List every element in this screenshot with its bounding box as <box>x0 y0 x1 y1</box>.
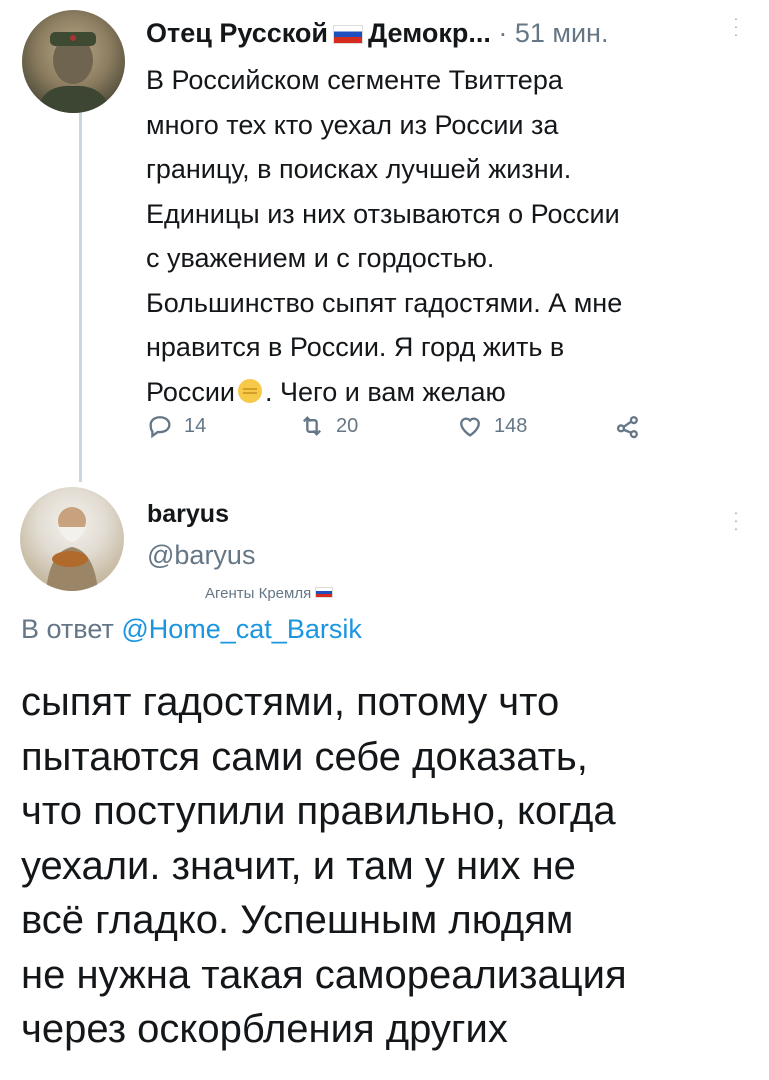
thread-connector-line <box>79 112 82 482</box>
tweet1-author-name-tail[interactable]: Демокр... <box>368 18 491 48</box>
old-man-portrait-icon <box>46 507 98 591</box>
tweet1-line: с уважением и с гордостью. <box>146 243 495 273</box>
more-options-icon[interactable]: · · · <box>733 11 739 41</box>
tweet2-text: сыпят гадостями, потому что пытаются сам… <box>21 675 761 1057</box>
tweet1-header: Отец Русской Демокр... · 51 мин. <box>146 18 608 49</box>
share-icon <box>616 416 638 439</box>
tweet1-line: границу, в поисках лучшей жизни. <box>146 154 572 184</box>
russia-flag-icon <box>332 25 363 44</box>
reply-prefix: В ответ <box>21 614 114 644</box>
tweet1-text: В Российском сегменте Твиттера много тех… <box>146 58 746 414</box>
tweet2-line: через оскорбления других <box>21 1007 508 1051</box>
fist-emoji <box>238 378 263 403</box>
tweet1-timestamp[interactable]: 51 мин. <box>515 18 609 48</box>
tweet1-line: Большинство сыпят гадостями. А мне <box>146 287 623 318</box>
share-button[interactable] <box>614 412 642 440</box>
retweet-button[interactable]: 20 <box>298 412 358 440</box>
tweet1-separator: · <box>498 18 508 48</box>
tweet1-line: . Чего и вам желаю <box>265 376 506 407</box>
tweet2-more-options-icon[interactable]: · · · <box>733 505 739 535</box>
tweet1-line: В Российском сегменте Твиттера <box>146 65 563 95</box>
tweet2-author-name[interactable]: baryus <box>147 500 229 529</box>
profile-badge: Агенты Кремля <box>205 585 334 602</box>
reply-to-handle-link[interactable]: @Home_cat_Barsik <box>121 614 362 644</box>
retweet-count: 20 <box>336 414 359 437</box>
tweet2-author-handle[interactable]: @baryus <box>147 540 255 571</box>
reply-button[interactable]: 14 <box>146 412 206 440</box>
tweet1-line: много тех кто уехал из России за <box>146 109 559 140</box>
tweet2-line: всё гладко. Успешным людям <box>21 898 574 942</box>
badge-flag-icon <box>315 587 334 598</box>
tweet1-line: нравится в России. Я горд жить в <box>146 332 565 362</box>
tweet2-avatar[interactable] <box>20 487 124 591</box>
tweet2-line: пытаются сами себе доказать, <box>21 734 588 779</box>
reply-icon <box>149 416 171 439</box>
tweet2-line: что поступили правильно, когда <box>21 789 616 833</box>
tweet2-line: не нужна такая самореализация <box>21 952 627 997</box>
reply-count: 14 <box>184 414 207 437</box>
retweet-icon <box>303 416 321 436</box>
soldier-portrait-icon <box>36 32 112 113</box>
tweet1-line: России <box>146 376 236 407</box>
like-icon <box>460 417 480 437</box>
tweet2-line: уехали. значит, и там у них не <box>21 843 576 888</box>
badge-label: Агенты Кремля <box>205 585 312 602</box>
tweet1-line: Единицы из них отзываются о России <box>146 198 620 229</box>
like-count: 148 <box>494 414 528 437</box>
like-button[interactable]: 148 <box>456 412 527 440</box>
tweet1-author-name[interactable]: Отец Русской <box>146 18 328 48</box>
reply-context: В ответ @Home_cat_Barsik <box>21 614 362 645</box>
tweet2-line: сыпят гадостями, потому что <box>21 680 560 724</box>
tweet1-avatar[interactable] <box>22 10 125 113</box>
